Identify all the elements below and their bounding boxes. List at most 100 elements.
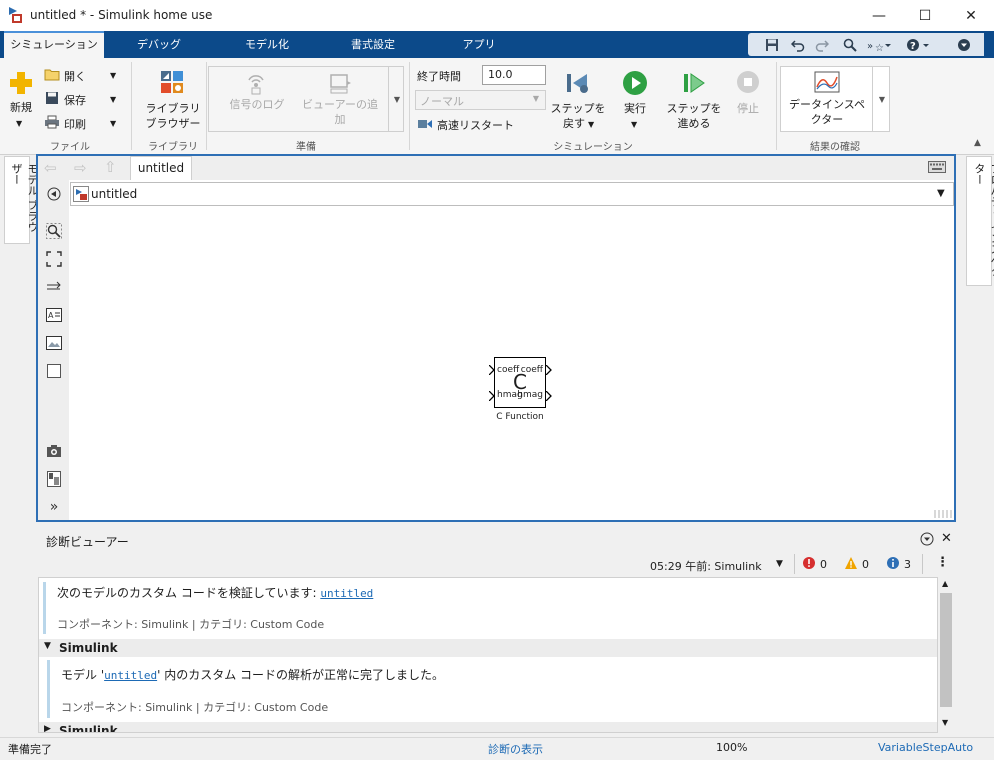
tab-apps[interactable]: アプリ <box>440 31 518 58</box>
image-icon[interactable] <box>44 333 64 353</box>
open-dropdown-icon[interactable]: ▼ <box>110 71 116 80</box>
save-dropdown-icon[interactable]: ▼ <box>110 95 116 104</box>
save-label: 保存 <box>64 93 86 107</box>
info-count: 3 <box>904 558 911 571</box>
gallery-expand-icon[interactable]: ▼ <box>388 66 405 132</box>
print-dropdown-icon[interactable]: ▼ <box>110 119 116 128</box>
input-port-1[interactable] <box>488 364 495 378</box>
close-window-button[interactable]: ✕ <box>948 0 994 31</box>
show-diagnostics-link[interactable]: 診断の表示 <box>488 741 543 757</box>
expand-group-icon[interactable]: ▼ <box>44 641 51 651</box>
print-button[interactable]: 印刷 ▼ <box>44 115 116 132</box>
open-button[interactable]: 開く ▼ <box>44 67 116 84</box>
property-icon[interactable] <box>44 469 64 489</box>
minimize-icon: — <box>872 7 886 24</box>
c-function-block[interactable]: coeff coeff C hmag hmag <box>494 357 546 408</box>
save-icon[interactable] <box>762 35 782 54</box>
info-icon[interactable] <box>886 556 900 570</box>
model-tab[interactable]: untitled <box>130 156 192 180</box>
warning-icon[interactable] <box>844 556 858 570</box>
expand-group-icon[interactable]: ▶ <box>44 724 51 732</box>
block-name[interactable]: C Function <box>480 412 560 422</box>
chevron-down-icon: ▼ <box>532 94 539 103</box>
tab-format[interactable]: 書式設定 <box>334 31 412 58</box>
step-forward-label-1[interactable]: ステップを <box>666 101 722 116</box>
save-button[interactable]: 保存 ▼ <box>44 91 116 108</box>
fast-restart-button[interactable]: 高速リスタート <box>417 117 514 133</box>
group-header[interactable]: ▼ Simulink <box>39 639 937 657</box>
tab-debug[interactable]: デバッグ <box>120 31 198 58</box>
timestamp-dropdown-icon[interactable]: ▼ <box>776 559 783 569</box>
step-forward-icon[interactable] <box>681 70 707 96</box>
help-icon[interactable]: ? <box>904 35 934 54</box>
tab-modeling[interactable]: モデル化 <box>228 31 306 58</box>
library-browser-icon[interactable] <box>160 70 186 96</box>
arrow-direction-icon[interactable] <box>44 277 64 297</box>
maximize-button[interactable]: ☐ <box>902 0 948 31</box>
step-back-icon[interactable] <box>565 70 591 96</box>
more-options-icon[interactable]: ⋮ <box>936 555 949 570</box>
input-port-2[interactable] <box>488 390 495 404</box>
diagnostic-scrollbar[interactable]: ▲ ▼ <box>938 577 954 733</box>
run-button[interactable]: 実行 <box>615 101 655 116</box>
up-arrow-icon[interactable]: ⇧ <box>104 158 117 176</box>
hide-explorer-icon[interactable] <box>44 184 64 204</box>
library-browser-label-2[interactable]: ブラウザー <box>143 116 203 131</box>
scroll-up-icon[interactable]: ▲ <box>942 579 948 588</box>
search-icon[interactable] <box>840 35 860 54</box>
collapse-icon[interactable] <box>954 35 974 54</box>
diagnostic-timestamp-select[interactable]: 05:29 午前: Simulink <box>650 558 762 574</box>
redo-icon[interactable] <box>812 35 832 54</box>
close-panel-icon[interactable]: ✕ <box>941 531 952 546</box>
output-port-1[interactable] <box>545 364 552 378</box>
keyboard-icon[interactable] <box>928 161 946 173</box>
back-arrow-icon[interactable]: ⇦ <box>44 159 57 177</box>
shortcut-icon[interactable]: » ☆ <box>864 35 894 54</box>
stop-time-input[interactable]: 10.0 <box>482 65 546 85</box>
scroll-down-icon[interactable]: ▼ <box>942 718 948 727</box>
group-message-row: モデル 'untitled' 内のカスタム コードの解析が正常に完了しました。 <box>61 666 444 683</box>
step-forward-label-2[interactable]: 進める <box>666 116 722 131</box>
model-browser-tab[interactable]: モデル ブラウザー <box>4 156 39 244</box>
new-button[interactable]: 新規 <box>6 100 36 115</box>
ribbon-collapse-icon[interactable]: ▲ <box>974 138 981 148</box>
resize-grip-icon[interactable] <box>934 510 952 518</box>
diagnostic-viewer-title: 診断ビューアー <box>46 535 129 549</box>
new-dropdown-icon[interactable]: ▼ <box>16 119 22 128</box>
output-port-2[interactable] <box>545 390 552 404</box>
step-back-dropdown-icon[interactable]: ▼ <box>588 120 594 129</box>
step-back-label-1[interactable]: ステップを <box>550 101 606 116</box>
forward-arrow-icon[interactable]: ⇨ <box>74 159 87 177</box>
group-message-prefix: モデル ' <box>61 668 105 682</box>
simulation-mode-value: ノーマル <box>420 95 464 108</box>
new-icon[interactable] <box>8 70 34 96</box>
address-dropdown-icon[interactable]: ▼ <box>937 188 945 199</box>
data-inspector-label-2[interactable]: クター <box>784 112 870 127</box>
library-browser-label-1[interactable]: ライブラリ <box>143 101 203 116</box>
expand-palette-icon[interactable]: » <box>44 497 64 517</box>
tab-simulation[interactable]: シミュレーション <box>4 31 104 58</box>
model-link[interactable]: untitled <box>104 669 157 682</box>
data-inspector-label-1[interactable]: データインスペ <box>784 97 870 112</box>
area-icon[interactable] <box>44 361 64 381</box>
camera-icon[interactable] <box>44 441 64 461</box>
minimize-button[interactable]: — <box>856 0 902 31</box>
undo-icon[interactable] <box>788 35 808 54</box>
annotation-icon[interactable]: A <box>44 305 64 325</box>
model-link[interactable]: untitled <box>320 587 373 600</box>
zoom-icon[interactable] <box>44 221 64 241</box>
fit-to-view-icon[interactable] <box>44 249 64 269</box>
model-address-bar[interactable]: untitled ▼ <box>70 182 954 206</box>
title-bar: untitled * - Simulink home use — ☐ ✕ <box>0 0 994 31</box>
solver-link[interactable]: VariableStepAuto <box>878 741 973 754</box>
stop-button: 停止 <box>737 102 759 115</box>
run-icon[interactable] <box>622 70 648 96</box>
run-dropdown-icon[interactable]: ▼ <box>631 120 637 129</box>
property-inspector-tab[interactable]: プロパティ インスペクター <box>966 156 994 286</box>
review-expand-icon[interactable]: ▼ <box>872 66 891 132</box>
error-icon[interactable] <box>802 556 816 570</box>
group-header[interactable]: ▶ Simulink <box>39 722 937 732</box>
data-inspector-icon[interactable] <box>814 71 840 95</box>
scroll-thumb[interactable] <box>940 593 952 707</box>
collapse-panel-icon[interactable] <box>920 532 934 546</box>
